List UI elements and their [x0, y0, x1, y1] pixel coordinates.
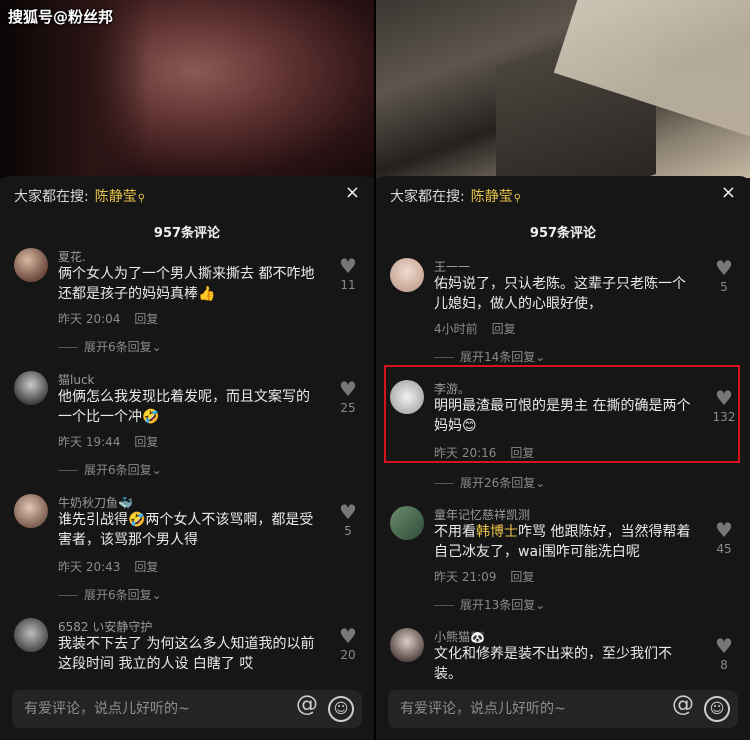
- comment-sheet: 大家都在搜: 陈静莹⚲ × 957条评论 王一一 佑妈说了，只认老陈。这辈子只老陈…: [376, 176, 750, 740]
- comment-time: 4小时前: [434, 322, 478, 336]
- close-icon[interactable]: ×: [345, 182, 360, 203]
- search-prefix: 大家都在搜:: [390, 189, 465, 205]
- reply-button[interactable]: 回复: [134, 435, 158, 449]
- reply-button[interactable]: 回复: [492, 322, 516, 336]
- heart-icon: ♥: [339, 377, 357, 401]
- comment-meta: 昨天 19:44 回复: [58, 433, 158, 450]
- search-icon: ⚲: [137, 193, 146, 204]
- comment-count: 957条评论: [153, 226, 221, 241]
- comment-username[interactable]: 童年记忆慈祥凯测: [434, 506, 530, 523]
- comment-text: 他俩怎么我发现比着发呢，而且文案写的一个比一个冲🤣: [58, 389, 310, 425]
- comment-text: 我装不下去了 为何这么多人知道我的以前 这段时间 我立的人设 白瞎了 哎: [58, 636, 315, 672]
- reply-button[interactable]: 回复: [134, 312, 158, 326]
- comment-text: 佑妈说了，只认老陈。这辈子只老陈一个儿媳妇，做人的心眼好使，: [434, 276, 686, 312]
- comment-time: 昨天 19:44: [58, 435, 121, 449]
- like-count: 8: [720, 658, 728, 672]
- like-count: 5: [720, 280, 728, 294]
- search-suggestion[interactable]: 大家都在搜: 陈静莹⚲: [390, 186, 521, 206]
- comment-input-bar: 有爱评论，说点儿好听的~ @ ☺: [0, 682, 374, 740]
- avatar[interactable]: [14, 371, 48, 405]
- expand-replies[interactable]: 展开14条回复⌄: [434, 348, 545, 365]
- search-prefix: 大家都在搜:: [14, 189, 89, 205]
- like-button[interactable]: ♥ 5: [334, 502, 362, 538]
- comment-username[interactable]: 猫luck: [58, 371, 95, 388]
- at-icon[interactable]: @: [296, 694, 318, 716]
- expand-replies[interactable]: 展开6条回复⌄: [58, 338, 162, 355]
- comment-username[interactable]: 6582 い安静守护: [58, 618, 152, 635]
- like-button[interactable]: ♥ 11: [334, 256, 362, 292]
- expand-replies[interactable]: 展开26条回复⌄: [434, 474, 545, 491]
- avatar[interactable]: [390, 628, 424, 662]
- expand-replies[interactable]: 展开6条回复⌄: [58, 586, 162, 603]
- comment-time: 昨天 20:04: [58, 312, 121, 326]
- comment-text: 俩个女人为了一个男人撕来撕去 都不咋地还都是孩子的妈妈真棒👍: [58, 266, 315, 302]
- heart-icon: ♥: [339, 500, 357, 524]
- close-icon[interactable]: ×: [721, 182, 736, 203]
- search-icon: ⚲: [513, 193, 522, 204]
- emoji-icon[interactable]: ☺: [704, 696, 730, 722]
- like-button[interactable]: ♥ 8: [710, 636, 738, 672]
- comment-meta: 昨天 20:04 回复: [58, 310, 158, 327]
- comment-count: 957条评论: [529, 226, 597, 241]
- comment-username[interactable]: 牛奶秋刀鱼🐳: [58, 494, 133, 511]
- like-count: 45: [716, 542, 732, 556]
- watermark: 搜狐号@粉丝邦: [8, 8, 114, 26]
- left-screenshot: 搜狐号@粉丝邦 大家都在搜: 陈静莹⚲ × 957条评论 夏花. 俩个女人为了一个…: [0, 0, 374, 740]
- video-frame: [376, 0, 750, 226]
- avatar[interactable]: [390, 258, 424, 292]
- comment-username[interactable]: 王一一: [434, 258, 470, 275]
- at-icon[interactable]: @: [672, 694, 694, 716]
- heart-icon: ♥: [715, 518, 733, 542]
- like-button[interactable]: ♥ 25: [334, 379, 362, 415]
- like-count: 11: [340, 278, 356, 292]
- comment-text: 谁先引战得🤣两个女人不该骂啊，都是受害者，该骂那个男人得: [58, 512, 314, 548]
- comment-meta: 4小时前 回复: [434, 320, 516, 337]
- emoji-icon[interactable]: ☺: [328, 696, 354, 722]
- comment-sheet: 大家都在搜: 陈静莹⚲ × 957条评论 夏花. 俩个女人为了一个男人撕来撕去 都…: [0, 176, 374, 740]
- comment-meta: 昨天 21:09 回复: [434, 568, 534, 585]
- search-term[interactable]: 陈静莹: [471, 189, 513, 205]
- avatar[interactable]: [390, 506, 424, 540]
- comment-text: 文化和修养是装不出来的，至少我们不装。: [434, 646, 672, 682]
- comment-time: 昨天 21:09: [434, 570, 497, 584]
- like-button[interactable]: ♥ 20: [334, 626, 362, 662]
- comment-text: 不用看韩博士咋骂 他跟陈好，当然得帮着自己冰友了，wai围咋可能洗白呢: [434, 524, 691, 560]
- expand-replies[interactable]: 展开6条回复⌄: [58, 461, 162, 478]
- mention-link[interactable]: 韩博士: [476, 524, 518, 540]
- heart-icon: ♥: [715, 256, 733, 280]
- comment-meta: 昨天 20:43 回复: [58, 558, 158, 575]
- like-count: 25: [340, 401, 356, 415]
- avatar[interactable]: [14, 618, 48, 652]
- highlight-box: [384, 365, 740, 463]
- comment-input-bar: 有爱评论，说点儿好听的~ @ ☺: [376, 682, 750, 740]
- right-screenshot: 大家都在搜: 陈静莹⚲ × 957条评论 王一一 佑妈说了，只认老陈。这辈子只老陈…: [376, 0, 750, 740]
- like-count: 20: [340, 648, 356, 662]
- reply-button[interactable]: 回复: [134, 560, 158, 574]
- like-button[interactable]: ♥ 45: [710, 520, 738, 556]
- avatar[interactable]: [14, 494, 48, 528]
- like-button[interactable]: ♥ 5: [710, 258, 738, 294]
- search-term[interactable]: 陈静莹: [95, 189, 137, 205]
- comment-time: 昨天 20:43: [58, 560, 121, 574]
- heart-icon: ♥: [339, 254, 357, 278]
- heart-icon: ♥: [715, 634, 733, 658]
- heart-icon: ♥: [339, 624, 357, 648]
- avatar[interactable]: [14, 248, 48, 282]
- like-count: 5: [344, 524, 352, 538]
- expand-replies[interactable]: 展开13条回复⌄: [434, 596, 545, 613]
- reply-button[interactable]: 回复: [510, 570, 534, 584]
- comment-username[interactable]: 小熊猫🐼: [434, 628, 485, 645]
- search-suggestion[interactable]: 大家都在搜: 陈静莹⚲: [14, 186, 145, 206]
- comment-username[interactable]: 夏花.: [58, 248, 86, 265]
